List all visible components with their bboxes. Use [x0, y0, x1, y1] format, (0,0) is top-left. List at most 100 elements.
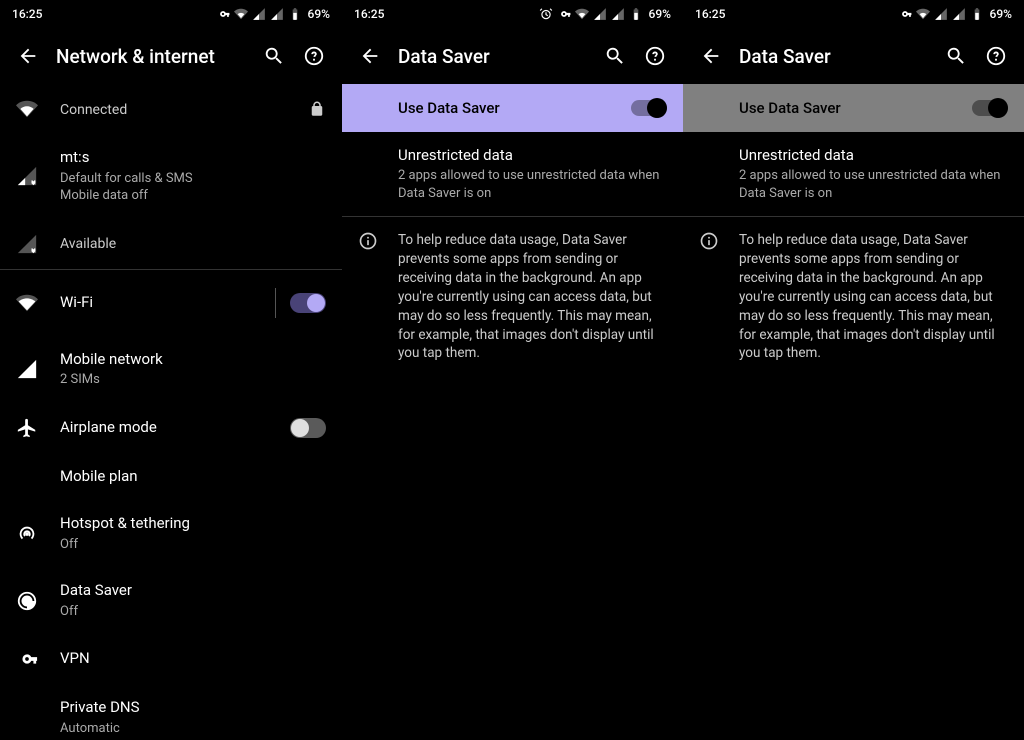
- use-datasaver-switch[interactable]: [972, 100, 1008, 116]
- signal-none-icon: [16, 233, 38, 255]
- lock-icon: [308, 100, 326, 118]
- unrestricted-row[interactable]: Unrestricted data 2 apps allowed to use …: [342, 132, 683, 216]
- status-time: 16:25: [695, 7, 725, 21]
- page-title: Data Saver: [739, 45, 936, 68]
- vpn-row[interactable]: VPN: [0, 634, 342, 684]
- unrestricted-sub: 2 apps allowed to use unrestricted data …: [398, 167, 667, 202]
- info-text: To help reduce data usage, Data Saver pr…: [398, 231, 667, 363]
- signal-off-icon: [16, 165, 38, 187]
- help-icon: [303, 45, 325, 67]
- status-bar: 16:25 69%: [683, 0, 1024, 28]
- dns-label: Private DNS: [60, 698, 326, 718]
- use-datasaver-row[interactable]: Use Data Saver: [342, 84, 683, 132]
- help-icon: [985, 45, 1007, 67]
- panel-datasaver-on: 16:25 69% Data Saver: [342, 0, 683, 740]
- airplane-icon: [16, 417, 38, 439]
- wifi-row[interactable]: Wi-Fi: [0, 270, 342, 336]
- status-bar: 16:25 69%: [0, 0, 342, 28]
- mobile-label: Mobile network: [60, 350, 326, 370]
- available-label: Available: [60, 235, 326, 254]
- help-button[interactable]: [976, 36, 1016, 76]
- vpn-key-icon: [898, 7, 912, 21]
- signal-full-icon: [16, 358, 38, 380]
- available-row[interactable]: Available: [0, 219, 342, 269]
- wifi-full-icon: [16, 292, 38, 314]
- mts-row[interactable]: mt:s Default for calls & SMS Mobile data…: [0, 134, 342, 219]
- battery-icon: [288, 7, 302, 21]
- battery-icon: [629, 7, 643, 21]
- unrestricted-sub: 2 apps allowed to use unrestricted data …: [739, 167, 1008, 202]
- app-bar: Network & internet: [0, 28, 342, 84]
- battery-text: 69%: [649, 7, 671, 21]
- use-datasaver-switch[interactable]: [631, 100, 667, 116]
- help-button[interactable]: [294, 36, 334, 76]
- datasaver-sub: Off: [60, 603, 326, 621]
- signal1-icon: [252, 7, 266, 21]
- wifi-separator: [275, 288, 276, 318]
- app-bar: Data Saver: [683, 28, 1024, 84]
- back-button[interactable]: [350, 36, 390, 76]
- search-button[interactable]: [254, 36, 294, 76]
- hotspot-label: Hotspot & tethering: [60, 514, 326, 534]
- dns-sub: Automatic: [60, 720, 326, 738]
- vpn-icon: [16, 648, 38, 670]
- back-button[interactable]: [8, 36, 48, 76]
- info-row: To help reduce data usage, Data Saver pr…: [342, 217, 683, 377]
- signal2-icon: [952, 7, 966, 21]
- signal2-icon: [611, 7, 625, 21]
- alarm-icon: [539, 7, 553, 21]
- unrestricted-row[interactable]: Unrestricted data 2 apps allowed to use …: [683, 132, 1024, 216]
- back-button[interactable]: [691, 36, 731, 76]
- use-datasaver-row[interactable]: Use Data Saver: [683, 84, 1024, 132]
- datasaver-row[interactable]: Data Saver Off: [0, 567, 342, 634]
- search-icon: [604, 45, 626, 67]
- unrestricted-title: Unrestricted data: [739, 146, 1008, 164]
- signal1-icon: [593, 7, 607, 21]
- use-datasaver-label: Use Data Saver: [739, 99, 972, 117]
- mobile-plan-row[interactable]: Mobile plan: [0, 453, 342, 501]
- airplane-label: Airplane mode: [60, 418, 290, 438]
- connected-row[interactable]: Connected: [0, 84, 342, 134]
- mobile-network-row[interactable]: Mobile network 2 SIMs: [0, 336, 342, 403]
- hotspot-icon: [16, 523, 38, 545]
- page-title: Data Saver: [398, 45, 595, 68]
- wifi-icon: [16, 98, 38, 120]
- info-icon: [699, 231, 719, 251]
- wifi-switch[interactable]: [290, 293, 326, 313]
- search-icon: [263, 45, 285, 67]
- mts-sub1: Default for calls & SMS: [60, 170, 326, 188]
- search-button[interactable]: [936, 36, 976, 76]
- vpn-key-icon: [557, 7, 571, 21]
- status-icons: 69%: [539, 7, 671, 21]
- wifi-label: Wi-Fi: [60, 293, 269, 313]
- help-button[interactable]: [635, 36, 675, 76]
- unrestricted-title: Unrestricted data: [398, 146, 667, 164]
- help-icon: [644, 45, 666, 67]
- mobile-plan-label: Mobile plan: [60, 467, 326, 487]
- mobile-sub: 2 SIMs: [60, 371, 326, 389]
- battery-text: 69%: [990, 7, 1012, 21]
- airplane-row[interactable]: Airplane mode: [0, 403, 342, 453]
- info-text: To help reduce data usage, Data Saver pr…: [739, 231, 1008, 363]
- search-icon: [945, 45, 967, 67]
- status-icons: 69%: [898, 7, 1012, 21]
- mts-sub2: Mobile data off: [60, 187, 326, 205]
- wifi-status-icon: [575, 7, 589, 21]
- hotspot-row[interactable]: Hotspot & tethering Off: [0, 500, 342, 567]
- panel-datasaver-off: 16:25 69% Data Saver Use Data: [683, 0, 1024, 740]
- signal1-icon: [934, 7, 948, 21]
- dns-row[interactable]: Private DNS Automatic: [0, 684, 342, 740]
- search-button[interactable]: [595, 36, 635, 76]
- connected-label: Connected: [60, 101, 308, 120]
- datasaver-label: Data Saver: [60, 581, 326, 601]
- app-bar: Data Saver: [342, 28, 683, 84]
- info-row: To help reduce data usage, Data Saver pr…: [683, 217, 1024, 377]
- arrow-back-icon: [359, 45, 381, 67]
- panel-network: 16:25 69% Network & internet: [0, 0, 342, 740]
- page-title: Network & internet: [56, 45, 254, 68]
- arrow-back-icon: [17, 45, 39, 67]
- wifi-status-icon: [234, 7, 248, 21]
- battery-icon: [970, 7, 984, 21]
- signal2-icon: [270, 7, 284, 21]
- airplane-switch[interactable]: [290, 418, 326, 438]
